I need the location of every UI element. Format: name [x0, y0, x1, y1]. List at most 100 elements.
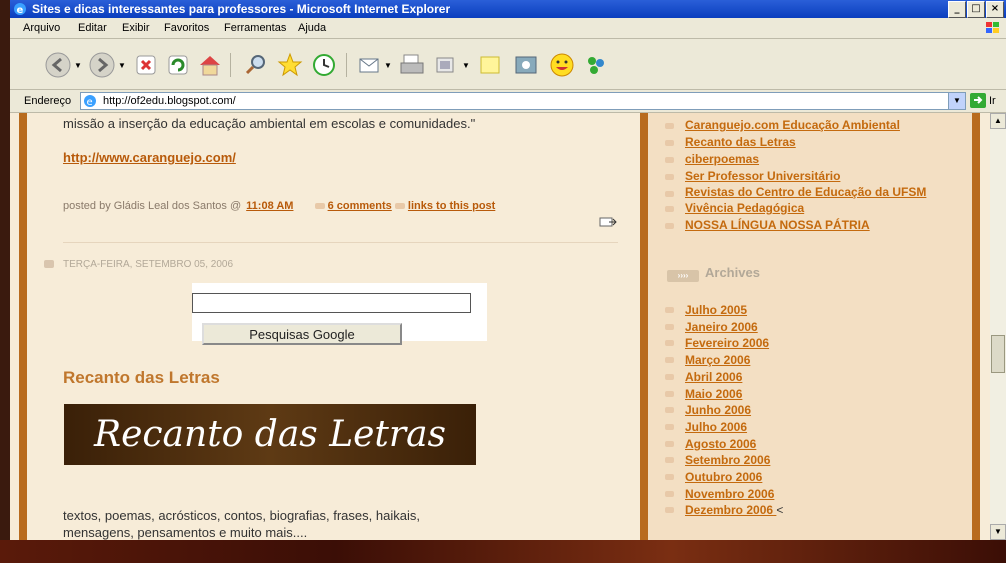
toolbar: ▼ ▼ ▼ ▼ — [10, 39, 1006, 90]
comment-icon — [314, 203, 325, 209]
scroll-thumb[interactable] — [991, 335, 1005, 373]
back-dropdown-icon[interactable]: ▼ — [74, 61, 82, 70]
browser-window: e Sites e dicas interessantes para profe… — [10, 0, 1006, 540]
post-author: posted by Gládis Leal dos Santos @ — [63, 200, 242, 212]
banner-text: Recanto das Letras — [93, 414, 447, 455]
ie-logo-icon: e — [14, 3, 26, 16]
sidebar-link-nossa-lingua[interactable]: NOSSA LÍNGUA NOSSA PÁTRIA — [665, 218, 965, 232]
sidebar-link-revistas[interactable]: Revistas do Centro de Educação da UFSM — [665, 186, 975, 198]
archive-item[interactable]: Junho 2006 — [665, 402, 783, 419]
archive-item[interactable]: Fevereiro 2006 — [665, 335, 783, 352]
archive-item[interactable]: Maio 2006 — [665, 386, 783, 403]
page-icon: e — [84, 95, 96, 108]
left-border — [19, 113, 27, 540]
sidebar-link-caranguejo[interactable]: Caranguejo.com Educação Ambiental — [665, 118, 965, 132]
recanto-banner[interactable]: Recanto das Letras — [64, 404, 476, 465]
archive-item[interactable]: Abril 2006 — [665, 369, 783, 386]
links-to-post[interactable]: links to this post — [408, 200, 495, 212]
post-separator — [63, 242, 618, 243]
vertical-scrollbar[interactable]: ▲ ▼ — [990, 113, 1006, 540]
scroll-down-icon[interactable]: ▼ — [990, 524, 1006, 540]
refresh-icon[interactable] — [164, 51, 192, 79]
discuss-icon[interactable] — [476, 51, 504, 79]
menu-favoritos[interactable]: Favoritos — [164, 22, 209, 34]
archive-item[interactable]: Agosto 2006 — [665, 436, 783, 453]
messenger-icon[interactable] — [512, 51, 540, 79]
page-viewport: missão a inserção da educação ambiental … — [10, 113, 990, 540]
date-bullet-icon — [44, 260, 54, 268]
forward-dropdown-icon[interactable]: ▼ — [118, 61, 126, 70]
favorites-icon[interactable] — [276, 51, 304, 79]
maximize-button[interactable]: □ — [967, 1, 985, 18]
date-header: TERÇA-FEIRA, SETEMBRO 05, 2006 — [63, 259, 234, 270]
sidebar-link-ciberpoemas[interactable]: ciberpoemas — [665, 152, 965, 166]
menu-ajuda[interactable]: Ajuda — [298, 22, 326, 34]
archive-item-current[interactable]: Dezembro 2006 < — [665, 502, 783, 519]
history-icon[interactable] — [310, 51, 338, 79]
archives-title: Archives — [705, 265, 760, 280]
right-border — [972, 113, 980, 540]
print-icon[interactable] — [398, 51, 426, 79]
google-search-button[interactable]: Pesquisas Google — [202, 323, 402, 345]
stop-icon[interactable] — [132, 51, 160, 79]
forward-icon[interactable] — [88, 51, 116, 79]
section-title: Recanto das Letras — [63, 368, 220, 387]
archive-item[interactable]: Outubro 2006 — [665, 469, 783, 486]
msn-icon[interactable] — [582, 51, 610, 79]
window-title: Sites e dicas interessantes para profess… — [32, 2, 451, 16]
google-search-widget: Pesquisas Google — [192, 283, 487, 345]
menu-editar[interactable]: Editar — [78, 22, 107, 34]
section-line1: textos, poemas, acrósticos, contos, biog… — [63, 508, 420, 523]
close-button[interactable]: × — [986, 1, 1004, 18]
archive-item[interactable]: Julho 2006 — [665, 419, 783, 436]
address-bar: Endereço e http://of2edu.blogspot.com/ ▼… — [10, 90, 1006, 113]
menu-bar: Arquivo Editar Exibir Favoritos Ferramen… — [10, 18, 1006, 39]
links-icon — [394, 203, 405, 209]
post-link[interactable]: http://www.caranguejo.com/ — [63, 150, 236, 165]
archive-item[interactable]: Setembro 2006 — [665, 452, 783, 469]
menu-exibir[interactable]: Exibir — [122, 22, 150, 34]
title-bar[interactable]: e Sites e dicas interessantes para profe… — [10, 0, 1006, 18]
address-dropdown-icon[interactable]: ▼ — [948, 93, 965, 109]
go-arrow-icon[interactable] — [970, 93, 986, 108]
archive-item[interactable]: Janeiro 2006 — [665, 319, 783, 336]
sidebar-link-vivencia[interactable]: Vivência Pedagógica — [665, 201, 965, 215]
address-url: http://of2edu.blogspot.com/ — [103, 95, 236, 107]
sidebar-link-recanto[interactable]: Recanto das Letras — [665, 135, 965, 149]
address-input[interactable]: e http://of2edu.blogspot.com/ ▼ — [80, 92, 966, 110]
smiley-icon[interactable] — [548, 51, 576, 79]
archive-item[interactable]: Julho 2005 — [665, 302, 783, 319]
archive-item[interactable]: Março 2006 — [665, 352, 783, 369]
search-icon[interactable] — [242, 51, 270, 79]
menu-arquivo[interactable]: Arquivo — [23, 22, 60, 34]
address-label: Endereço — [24, 95, 72, 107]
svg-text:e: e — [17, 5, 24, 16]
sidebar-links: Caranguejo.com Educação Ambiental Recant… — [665, 118, 965, 235]
column-divider — [640, 113, 648, 540]
post-intro-text: missão a inserção da educação ambiental … — [63, 116, 476, 131]
email-post-icon[interactable] — [599, 217, 617, 227]
edit-dropdown-icon[interactable]: ▼ — [462, 61, 470, 70]
section-line2: mensagens, pensamentos e muito mais.... — [63, 525, 308, 540]
minimize-button[interactable]: _ — [948, 1, 966, 18]
scroll-up-icon[interactable]: ▲ — [990, 113, 1006, 129]
windows-logo-icon — [986, 22, 999, 33]
archives-heading: ›››› Archives — [667, 265, 760, 282]
sidebar-link-ser-professor[interactable]: Ser Professor Universitário — [665, 169, 965, 183]
desktop-background — [0, 540, 1006, 563]
post-footer: posted by Gládis Leal dos Santos @ 11:08… — [63, 200, 495, 212]
edit-icon[interactable] — [432, 51, 460, 79]
archives-arrow-icon: ›››› — [667, 270, 699, 282]
post-time-link[interactable]: 11:08 AM — [246, 200, 293, 212]
mail-dropdown-icon[interactable]: ▼ — [384, 61, 392, 70]
mail-icon[interactable] — [356, 51, 384, 79]
back-icon[interactable] — [44, 51, 72, 79]
current-marker: < — [776, 503, 784, 518]
archives-list: Julho 2005 Janeiro 2006 Fevereiro 2006 M… — [665, 302, 783, 519]
home-icon[interactable] — [196, 51, 224, 79]
google-search-input[interactable] — [192, 293, 471, 313]
comments-link[interactable]: 6 comments — [328, 200, 392, 212]
go-button[interactable]: Ir — [989, 95, 996, 107]
menu-ferramentas[interactable]: Ferramentas — [224, 22, 286, 34]
archive-item[interactable]: Novembro 2006 — [665, 486, 783, 503]
